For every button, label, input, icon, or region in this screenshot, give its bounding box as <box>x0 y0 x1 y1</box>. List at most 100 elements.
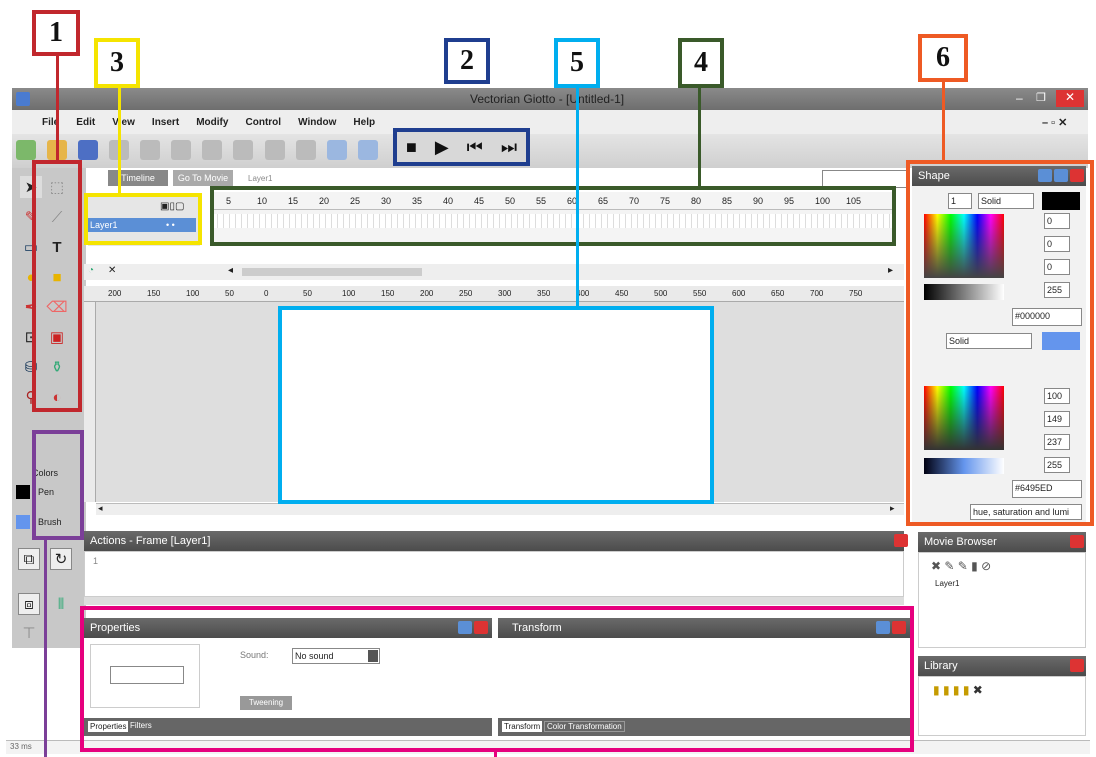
layer-visibility-icons[interactable]: ▣▯▢ <box>160 201 184 212</box>
name-field[interactable] <box>110 666 184 684</box>
line-color-spectrum[interactable] <box>924 214 1004 278</box>
fill-hex-field[interactable]: #6495ED <box>1012 480 1082 498</box>
layer-row[interactable]: Layer1 • • <box>88 218 196 232</box>
shape-float-icon[interactable] <box>1054 169 1068 182</box>
menu-help[interactable]: Help <box>353 117 375 128</box>
shape-min-icon[interactable] <box>1038 169 1052 182</box>
line-style-select[interactable]: Solid <box>978 193 1034 209</box>
pencil-icon[interactable]: ✎ <box>20 206 42 228</box>
go-to-movie-tab[interactable]: Go To Movie <box>173 170 233 186</box>
sound-select[interactable]: No sound <box>292 648 380 664</box>
menu-insert[interactable]: Insert <box>152 117 179 128</box>
edit-scene-icon[interactable]: ◔ <box>88 265 94 276</box>
line-icon[interactable]: ⟋ <box>46 206 68 228</box>
tab-transform[interactable]: Transform <box>502 721 543 732</box>
stage-canvas[interactable] <box>282 306 712 502</box>
properties-min-icon[interactable] <box>458 621 472 634</box>
stop-icon[interactable]: ■ <box>406 137 417 158</box>
line-b-field[interactable]: 0 <box>1044 259 1070 275</box>
movie-browser-toolbar-icons[interactable]: ✖ ✎ ✎ ▮ ⊘ <box>931 559 991 573</box>
line-hex-field[interactable]: #000000 <box>1012 308 1082 326</box>
tab-filters[interactable]: Filters <box>130 721 152 730</box>
eraser-icon[interactable]: ⌫ <box>46 296 68 318</box>
paste-special-icon[interactable] <box>264 140 285 160</box>
ink-bottle-icon[interactable]: ⚱ <box>46 356 68 378</box>
align-icon[interactable]: ⫴ <box>50 593 72 615</box>
brush-label[interactable]: Brush <box>38 517 62 527</box>
tab-color-transformation[interactable]: Color Transformation <box>544 721 625 732</box>
actions-editor[interactable]: 1 <box>84 551 904 597</box>
bucket-icon[interactable]: ⛁ <box>20 356 42 378</box>
tab-properties[interactable]: Properties <box>88 721 129 732</box>
line-g-field[interactable]: 0 <box>1044 236 1070 252</box>
fill-r-field[interactable]: 100 <box>1044 388 1070 404</box>
close-scene-icon[interactable]: ✕ <box>108 265 116 276</box>
actions-close-icon[interactable] <box>894 534 908 547</box>
smooth-icon[interactable]: ↻ <box>50 548 72 570</box>
stage-scroll-left-icon[interactable]: ◂ <box>98 503 103 514</box>
transform-icon[interactable]: ⊡ <box>20 326 42 348</box>
scroll-left-icon[interactable]: ◂ <box>228 265 233 276</box>
fill-color-swatch[interactable] <box>1042 332 1080 350</box>
subselect-icon[interactable]: ⬚ <box>46 176 68 198</box>
maximize-button[interactable]: ❐ <box>1036 91 1046 104</box>
menu-window[interactable]: Window <box>298 117 336 128</box>
fill-style-select[interactable]: Solid <box>946 333 1032 349</box>
stage-scroll-right-icon[interactable]: ▸ <box>890 503 895 514</box>
fill-b-field[interactable]: 237 <box>1044 434 1070 450</box>
pen-label[interactable]: Pen <box>38 487 54 497</box>
play-icon[interactable]: ▶ <box>435 137 449 158</box>
delete-icon[interactable] <box>295 140 316 160</box>
properties-close-icon[interactable] <box>474 621 488 634</box>
redo-icon[interactable] <box>140 140 161 160</box>
tweening-button[interactable]: Tweening <box>240 696 292 710</box>
hand-icon[interactable]: ◐ <box>46 386 68 408</box>
pen-color-swatch[interactable] <box>16 485 30 499</box>
snap-icon[interactable]: ⧉ <box>18 548 40 570</box>
zoom-select[interactable] <box>822 170 910 188</box>
mdi-controls[interactable]: – ▫ ✕ <box>1042 116 1067 129</box>
menu-view[interactable]: View <box>112 117 135 128</box>
rectangle-icon[interactable]: ■ <box>46 266 68 288</box>
line-size-field[interactable]: 1 <box>948 193 972 209</box>
fill-color-spectrum[interactable] <box>924 386 1004 450</box>
fill-lightness-bar[interactable] <box>924 458 1004 474</box>
movie-browser-close-icon[interactable] <box>1070 535 1084 548</box>
paste-icon[interactable] <box>233 140 254 160</box>
library-close-icon[interactable] <box>1070 659 1084 672</box>
color-mode-select[interactable]: hue, saturation and lumi <box>970 504 1082 520</box>
cut-icon[interactable] <box>171 140 192 160</box>
frames-area[interactable]: 5 10 15 20 25 30 35 40 45 50 55 60 65 70 75 80 85 90 95 100… <box>212 192 894 242</box>
line-color-swatch[interactable] <box>1042 192 1080 210</box>
straighten-icon[interactable]: ⧈ <box>18 593 40 615</box>
minimize-button[interactable]: – <box>1016 91 1023 105</box>
textfield-icon[interactable]: ▭ <box>20 236 42 258</box>
gradient-icon[interactable]: ▣ <box>46 326 68 348</box>
scroll-right-icon[interactable]: ▸ <box>888 265 893 276</box>
shape-close-icon[interactable] <box>1070 169 1084 182</box>
stage-scrollbar[interactable]: ◂ ▸ <box>96 503 904 515</box>
step-forward-icon[interactable]: ⏭ <box>501 137 517 158</box>
eyedropper-icon[interactable]: ⚲ <box>20 386 42 408</box>
menu-modify[interactable]: Modify <box>196 117 228 128</box>
fill-a-field[interactable]: 255 <box>1044 457 1070 473</box>
line-a-field[interactable]: 255 <box>1044 282 1070 298</box>
fill-g-field[interactable]: 149 <box>1044 411 1070 427</box>
library-toolbar-icons[interactable]: ▮ ▮ ▮ ▮ ✖ <box>933 683 983 697</box>
actions-scrollbar[interactable] <box>84 597 904 605</box>
rewind-icon[interactable]: ⏮ <box>467 137 483 158</box>
horizontal-scrollbar-top[interactable] <box>242 268 422 276</box>
oval-icon[interactable]: ● <box>20 266 42 288</box>
text-icon[interactable]: T <box>46 236 68 258</box>
line-lightness-bar[interactable] <box>924 284 1004 300</box>
brush-color-swatch[interactable] <box>16 515 30 529</box>
menu-edit[interactable]: Edit <box>76 117 95 128</box>
transform-close-icon[interactable] <box>892 621 906 634</box>
transform-min-icon[interactable] <box>876 621 890 634</box>
copy-icon[interactable] <box>202 140 223 160</box>
new-file-icon[interactable] <box>16 140 36 160</box>
menu-control[interactable]: Control <box>246 117 282 128</box>
zoom-in-icon[interactable] <box>326 140 347 160</box>
line-r-field[interactable]: 0 <box>1044 213 1070 229</box>
selection-arrow-icon[interactable]: ➤ <box>20 176 42 198</box>
